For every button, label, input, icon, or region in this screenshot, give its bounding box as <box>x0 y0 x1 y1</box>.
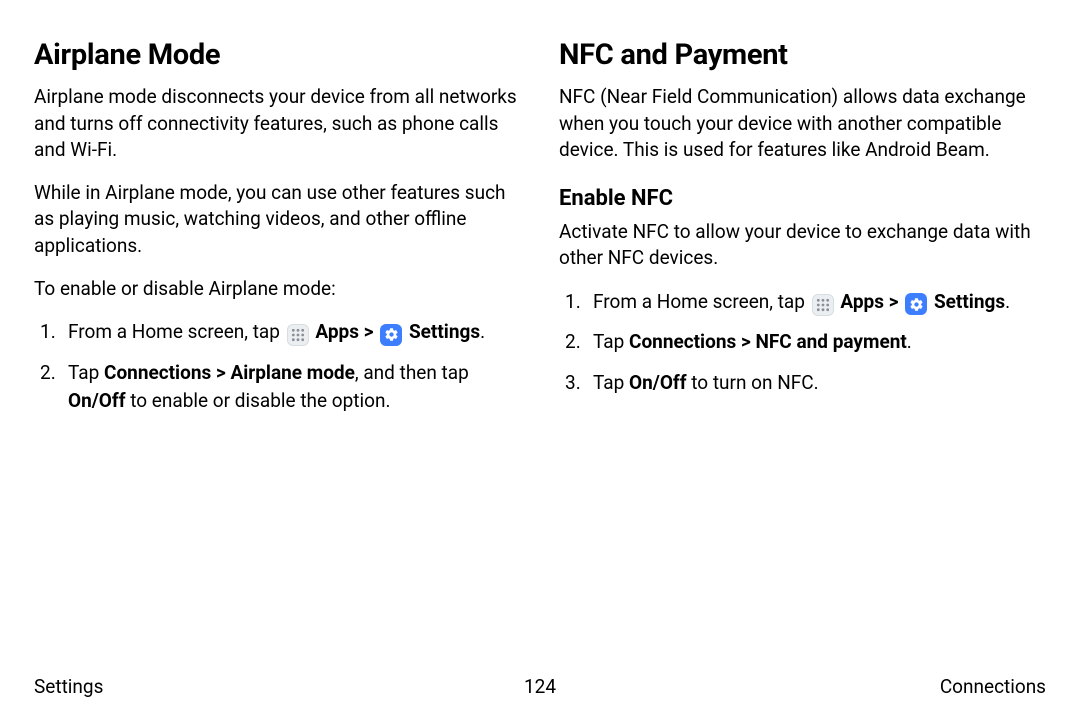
step-text: Tap <box>68 361 104 384</box>
step-text: From a Home screen, tap <box>68 320 285 343</box>
step-bold: Connections > NFC and payment <box>629 330 907 353</box>
step-bold: On/Off <box>68 389 126 412</box>
paragraph: While in Airplane mode, you can use othe… <box>34 180 521 260</box>
page-content: Airplane Mode Airplane mode disconnects … <box>0 0 1080 660</box>
paragraph: Airplane mode disconnects your device fr… <box>34 84 521 164</box>
step-text: From a Home screen, tap <box>593 290 810 313</box>
footer-left: Settings <box>34 675 103 698</box>
list-item: Tap Connections > NFC and payment. <box>559 328 1046 357</box>
step-text: , and then tap <box>355 361 469 384</box>
apps-label: Apps <box>840 290 884 313</box>
list-item: Tap On/Off to turn on NFC. <box>559 369 1046 398</box>
list-item: From a Home screen, tap Apps > Settings. <box>34 318 521 347</box>
settings-icon <box>380 324 402 346</box>
apps-icon <box>287 324 309 346</box>
step-bold: Connections > Airplane mode <box>104 361 355 384</box>
period: . <box>480 320 485 343</box>
settings-icon <box>905 293 927 315</box>
page-number: 124 <box>524 675 556 698</box>
settings-label: Settings <box>409 320 480 343</box>
left-column: Airplane Mode Airplane mode disconnects … <box>34 38 521 660</box>
heading-nfc: NFC and Payment <box>559 38 1046 72</box>
step-text: to enable or disable the option. <box>126 389 391 412</box>
step-bold: On/Off <box>629 371 687 394</box>
step-text: Tap <box>593 330 629 353</box>
paragraph: To enable or disable Airplane mode: <box>34 276 521 303</box>
period: . <box>907 330 912 353</box>
right-column: NFC and Payment NFC (Near Field Communic… <box>559 38 1046 660</box>
apps-label: Apps <box>315 320 359 343</box>
steps-list: From a Home screen, tap Apps > Settings.… <box>34 318 521 416</box>
list-item: Tap Connections > Airplane mode, and the… <box>34 359 521 416</box>
arrow-text: > <box>884 290 903 313</box>
list-item: From a Home screen, tap Apps > Settings. <box>559 288 1046 317</box>
paragraph: Activate NFC to allow your device to exc… <box>559 219 1046 272</box>
page-footer: Settings 124 Connections <box>34 675 1046 698</box>
heading-airplane-mode: Airplane Mode <box>34 38 521 72</box>
apps-icon <box>812 294 834 316</box>
settings-label: Settings <box>934 290 1005 313</box>
footer-right: Connections <box>940 675 1046 698</box>
step-text: to turn on NFC. <box>687 371 819 394</box>
step-text: Tap <box>593 371 629 394</box>
steps-list: From a Home screen, tap Apps > Settings.… <box>559 288 1046 398</box>
subheading-enable-nfc: Enable NFC <box>559 186 1046 211</box>
paragraph: NFC (Near Field Communication) allows da… <box>559 84 1046 164</box>
period: . <box>1005 290 1010 313</box>
arrow-text: > <box>359 320 378 343</box>
